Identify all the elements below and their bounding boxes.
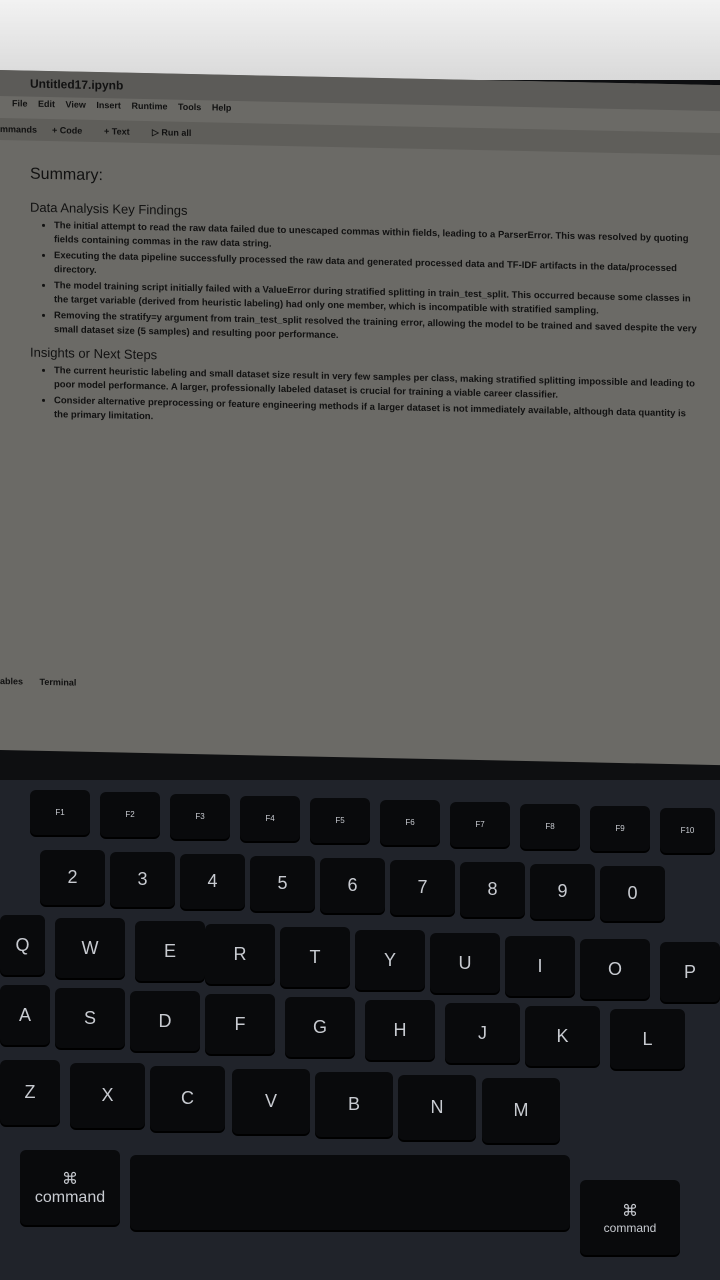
- menu-help[interactable]: Help: [212, 102, 232, 112]
- terminal-tab[interactable]: Terminal: [40, 677, 77, 688]
- text-cell[interactable]: Summary: Data Analysis Key Findings The …: [20, 165, 700, 437]
- key-4[interactable]: 4: [180, 854, 245, 909]
- key-l[interactable]: L: [610, 1009, 685, 1069]
- key-o[interactable]: O: [580, 939, 650, 999]
- commands-button[interactable]: mmands: [0, 124, 37, 135]
- command-icon: ⌘: [622, 1202, 638, 1220]
- menu-tools[interactable]: Tools: [178, 102, 201, 112]
- key-n[interactable]: N: [398, 1075, 476, 1140]
- key-f[interactable]: F: [205, 994, 275, 1054]
- key-f4[interactable]: F4: [240, 796, 300, 841]
- key-b[interactable]: B: [315, 1072, 393, 1137]
- key-u[interactable]: U: [430, 933, 500, 993]
- key-d[interactable]: D: [130, 991, 200, 1051]
- menu-file[interactable]: File: [12, 98, 28, 108]
- key-w[interactable]: W: [55, 918, 125, 978]
- key-h[interactable]: H: [365, 1000, 435, 1060]
- key-f7[interactable]: F7: [450, 802, 510, 847]
- key-m[interactable]: M: [482, 1078, 560, 1143]
- add-text-button[interactable]: + Text: [104, 126, 130, 137]
- key-3[interactable]: 3: [110, 852, 175, 907]
- key-6[interactable]: 6: [320, 858, 385, 913]
- key-e[interactable]: E: [135, 921, 205, 981]
- menu-view[interactable]: View: [66, 99, 86, 109]
- key-f2[interactable]: F2: [100, 792, 160, 837]
- screen-bezel: [0, 0, 720, 80]
- summary-heading: Summary:: [30, 165, 103, 185]
- key-space[interactable]: [130, 1155, 570, 1230]
- key-s[interactable]: S: [55, 988, 125, 1048]
- laptop-screen: Untitled17.ipynb File Edit View Insert R…: [0, 70, 720, 766]
- key-9[interactable]: 9: [530, 864, 595, 919]
- key-f10[interactable]: F10: [660, 808, 715, 853]
- key-8[interactable]: 8: [460, 862, 525, 917]
- variables-tab[interactable]: ables: [0, 676, 23, 686]
- key-v[interactable]: V: [232, 1069, 310, 1134]
- menu-insert[interactable]: Insert: [96, 100, 121, 111]
- menu-runtime[interactable]: Runtime: [131, 101, 167, 112]
- key-command-left[interactable]: ⌘ command: [20, 1150, 120, 1225]
- key-r[interactable]: R: [205, 924, 275, 984]
- key-0[interactable]: 0: [600, 866, 665, 921]
- key-7[interactable]: 7: [390, 860, 455, 915]
- key-f1[interactable]: F1: [30, 790, 90, 835]
- key-f5[interactable]: F5: [310, 798, 370, 843]
- key-f3[interactable]: F3: [170, 794, 230, 839]
- key-2[interactable]: 2: [40, 850, 105, 905]
- add-code-button[interactable]: + Code: [52, 125, 82, 136]
- notebook-title[interactable]: Untitled17.ipynb: [30, 77, 123, 93]
- key-g[interactable]: G: [285, 997, 355, 1057]
- command-icon: ⌘: [62, 1170, 78, 1188]
- insights-list: The current heuristic labeling and small…: [20, 363, 700, 435]
- key-p[interactable]: P: [660, 942, 720, 1002]
- bottom-tabs: ables Terminal: [0, 676, 76, 688]
- key-j[interactable]: J: [445, 1003, 520, 1063]
- key-t[interactable]: T: [280, 927, 350, 987]
- key-c[interactable]: C: [150, 1066, 225, 1131]
- key-y[interactable]: Y: [355, 930, 425, 990]
- key-q[interactable]: Q: [0, 915, 45, 975]
- key-x[interactable]: X: [70, 1063, 145, 1128]
- key-k[interactable]: K: [525, 1006, 600, 1066]
- key-f9[interactable]: F9: [590, 806, 650, 851]
- key-command-right[interactable]: ⌘ command: [580, 1180, 680, 1255]
- notebook-toolbar: mmands + Code + Text ▷ Run all: [0, 118, 720, 156]
- key-i[interactable]: I: [505, 936, 575, 996]
- menu-bar: File Edit View Insert Runtime Tools Help: [12, 98, 239, 113]
- key-z[interactable]: Z: [0, 1060, 60, 1125]
- run-all-button[interactable]: ▷ Run all: [152, 127, 191, 139]
- key-a[interactable]: A: [0, 985, 50, 1045]
- key-5[interactable]: 5: [250, 856, 315, 911]
- key-f8[interactable]: F8: [520, 804, 580, 849]
- command-label: command: [603, 1220, 657, 1235]
- keyboard: F1 F2 F3 F4 F5 F6 F7 F8 F9 F10 2 3 4 5 6…: [0, 780, 720, 1280]
- findings-list: The initial attempt to read the raw data…: [20, 218, 700, 350]
- menu-edit[interactable]: Edit: [38, 99, 55, 109]
- key-f6[interactable]: F6: [380, 800, 440, 845]
- command-label: command: [34, 1188, 106, 1206]
